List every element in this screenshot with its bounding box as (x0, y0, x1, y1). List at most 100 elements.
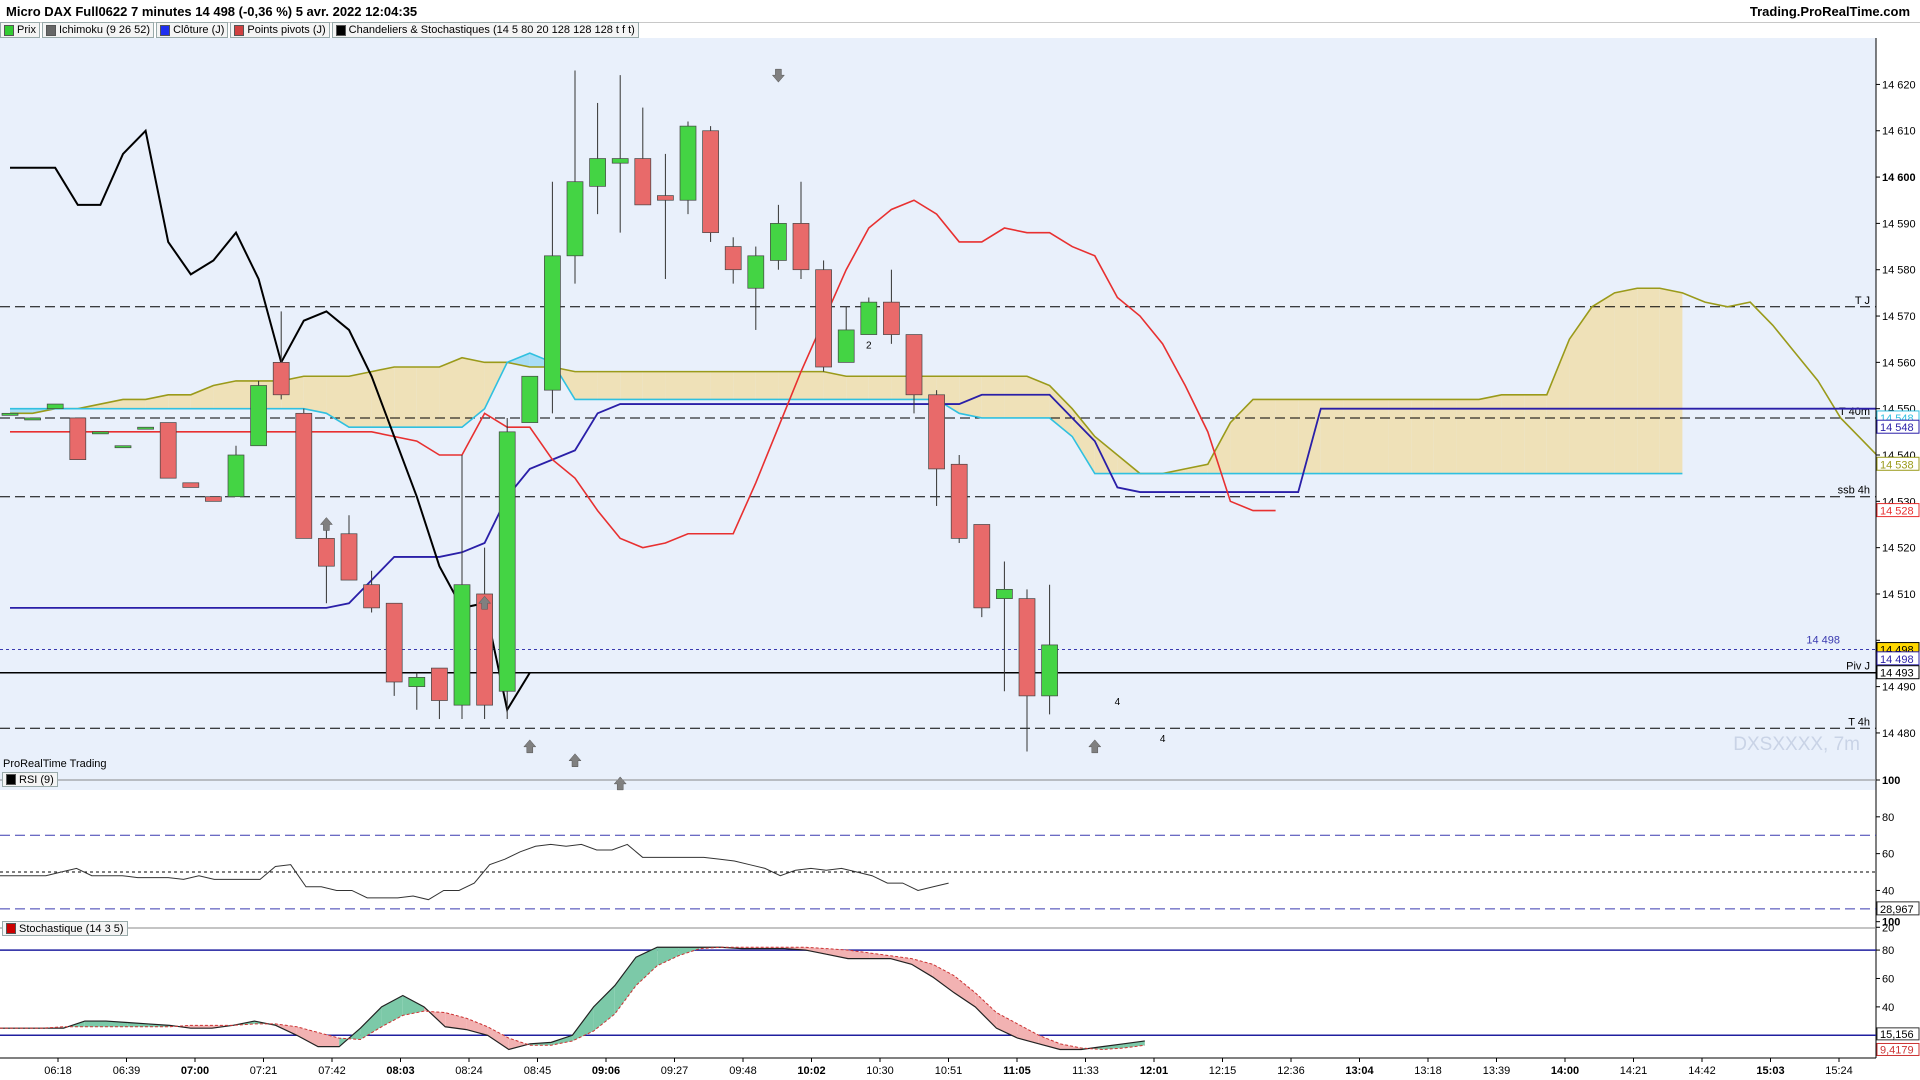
candle-body (724, 246, 742, 271)
inline-price-label: 14 498 (1806, 635, 1840, 647)
legend-item-ichimoku[interactable]: Ichimoku (9 26 52) (41, 22, 155, 38)
cloud-segment (1592, 292, 1615, 474)
candle-body (1041, 644, 1058, 697)
axis-tick-label: 14 570 (1882, 311, 1916, 323)
time-tick-label: 12:01 (1140, 1065, 1168, 1077)
candle-body (770, 223, 787, 261)
title-bar: Micro DAX Full0622 7 minutes 14 498 (-0,… (0, 0, 1920, 23)
time-tick-label: 09:06 (592, 1065, 620, 1077)
stoch-swatch-icon (6, 923, 16, 934)
cloud-segment (1456, 399, 1479, 474)
stoch-panel: 2040608010015,1569,4179 (0, 917, 1920, 1056)
candle-body (860, 301, 878, 335)
time-tick-label: 08:03 (386, 1065, 414, 1077)
time-tick-label: 09:48 (729, 1065, 757, 1077)
rsi-panel: 2040608010028,967 (0, 775, 1920, 934)
candle-body (544, 255, 561, 391)
candle-body (408, 677, 426, 687)
stoch-fill (848, 950, 870, 959)
legend-label: Points pivots (J) (247, 24, 326, 36)
footer-label: ProRealTime Trading (3, 758, 107, 770)
cloud-segment (1343, 399, 1366, 474)
axis-tick-label: 14 510 (1882, 589, 1916, 601)
axis-tick-label: 14 580 (1882, 265, 1916, 277)
cloud-segment (1004, 376, 1027, 418)
rsi-legend[interactable]: RSI (9) (2, 772, 58, 787)
chart-canvas[interactable]: T J T 40m ssb 4h Piv J T 4h 14 498 2 4 4 14 480… (0, 38, 1920, 1080)
legend-label: Ichimoku (9 26 52) (58, 24, 151, 36)
candle-body (498, 431, 516, 692)
axis-badge-text: 9,4179 (1880, 1044, 1914, 1056)
cloud-segment (1614, 288, 1638, 474)
time-tick-label: 13:18 (1414, 1065, 1442, 1077)
axis-tick-label: 80 (1882, 812, 1894, 824)
cloud-segment (868, 376, 892, 400)
chart-title: Micro DAX Full0622 7 minutes 14 498 (-0,… (6, 4, 418, 19)
candle-body (92, 431, 109, 435)
axis-badge-text: 14 538 (1880, 459, 1914, 471)
time-tick-label: 08:24 (455, 1065, 483, 1077)
candle-body (611, 158, 629, 164)
axis-badge-text: 15,156 (1880, 1029, 1914, 1041)
cloud-segment (1253, 399, 1276, 474)
axis-tick-label: 14 490 (1882, 682, 1916, 694)
time-tick-label: 10:51 (935, 1065, 963, 1077)
axis-tick-label: 100 (1882, 917, 1900, 929)
axis-badge-text: 14 548 (1880, 422, 1914, 434)
legend-swatch-icon (45, 24, 56, 36)
cloud-segment (1637, 288, 1660, 474)
time-tick-label: 15:03 (1756, 1065, 1784, 1077)
stoch-legend[interactable]: Stochastique (14 3 5) (2, 921, 128, 936)
stoch-fill (636, 947, 658, 986)
rsi-title: RSI (9) (19, 773, 54, 786)
time-tick-label: 12:36 (1277, 1065, 1305, 1077)
candle-body (521, 375, 539, 423)
axis-badge-text: 14 493 (1880, 668, 1914, 680)
candle-body (24, 417, 41, 421)
axis-tick-label: 60 (1882, 849, 1894, 861)
cloud-segment (733, 371, 756, 400)
candle-body (589, 158, 606, 187)
legend-item-pivots[interactable]: Points pivots (J) (230, 22, 330, 38)
candle-body (453, 584, 471, 706)
axis-badge-text: 28,967 (1880, 904, 1914, 916)
watermark: DXSXXXX, 7m (1733, 734, 1860, 755)
rsi-swatch-icon (6, 774, 16, 785)
candle-body (950, 463, 968, 539)
count-marker: 4 (1160, 734, 1166, 745)
brand-link[interactable]: Trading.ProRealTime.com (1750, 4, 1910, 19)
time-tick-label: 07:00 (181, 1065, 209, 1077)
indicator-legend: Prix Ichimoku (9 26 52) Clôture (J) Poin… (0, 22, 639, 38)
cloud-segment (688, 371, 711, 400)
axis-tick-label: 80 (1882, 945, 1894, 957)
axis-tick-label: 40 (1882, 885, 1894, 897)
time-tick-label: 14:00 (1551, 1065, 1579, 1077)
cloud-segment (1275, 399, 1299, 474)
candle-body (973, 524, 991, 609)
axis-badge-text: 14 528 (1880, 506, 1914, 518)
candle-body (272, 362, 290, 396)
axis-tick-label: 100 (1882, 775, 1900, 787)
candle-body (928, 394, 945, 470)
axis-tick-label: 14 610 (1882, 126, 1916, 138)
legend-swatch-icon (234, 24, 245, 36)
cloud-segment (1411, 399, 1434, 474)
legend-item-prix[interactable]: Prix (0, 22, 40, 38)
cloud-segment (755, 371, 779, 400)
stoch-fill (84, 1021, 106, 1027)
level-label: T J (1855, 295, 1870, 307)
time-tick-label: 11:33 (1072, 1065, 1099, 1077)
stoch-title: Stochastique (14 3 5) (19, 922, 124, 935)
axis-tick-label: 14 480 (1882, 728, 1916, 740)
level-label: ssb 4h (1838, 485, 1870, 497)
time-tick-label: 14:21 (1620, 1065, 1648, 1077)
level-label: T 4h (1848, 716, 1870, 728)
legend-item-chandeliers[interactable]: Chandeliers & Stochastiques (14 5 80 20 … (331, 22, 639, 38)
time-tick-label: 13:04 (1345, 1065, 1374, 1077)
cloud-segment (1524, 394, 1547, 474)
candle-body (476, 593, 493, 706)
legend-swatch-icon (4, 24, 14, 36)
legend-item-cloture[interactable]: Clôture (J) (156, 22, 229, 38)
candle-body (883, 301, 900, 335)
time-tick-label: 10:02 (797, 1065, 825, 1077)
